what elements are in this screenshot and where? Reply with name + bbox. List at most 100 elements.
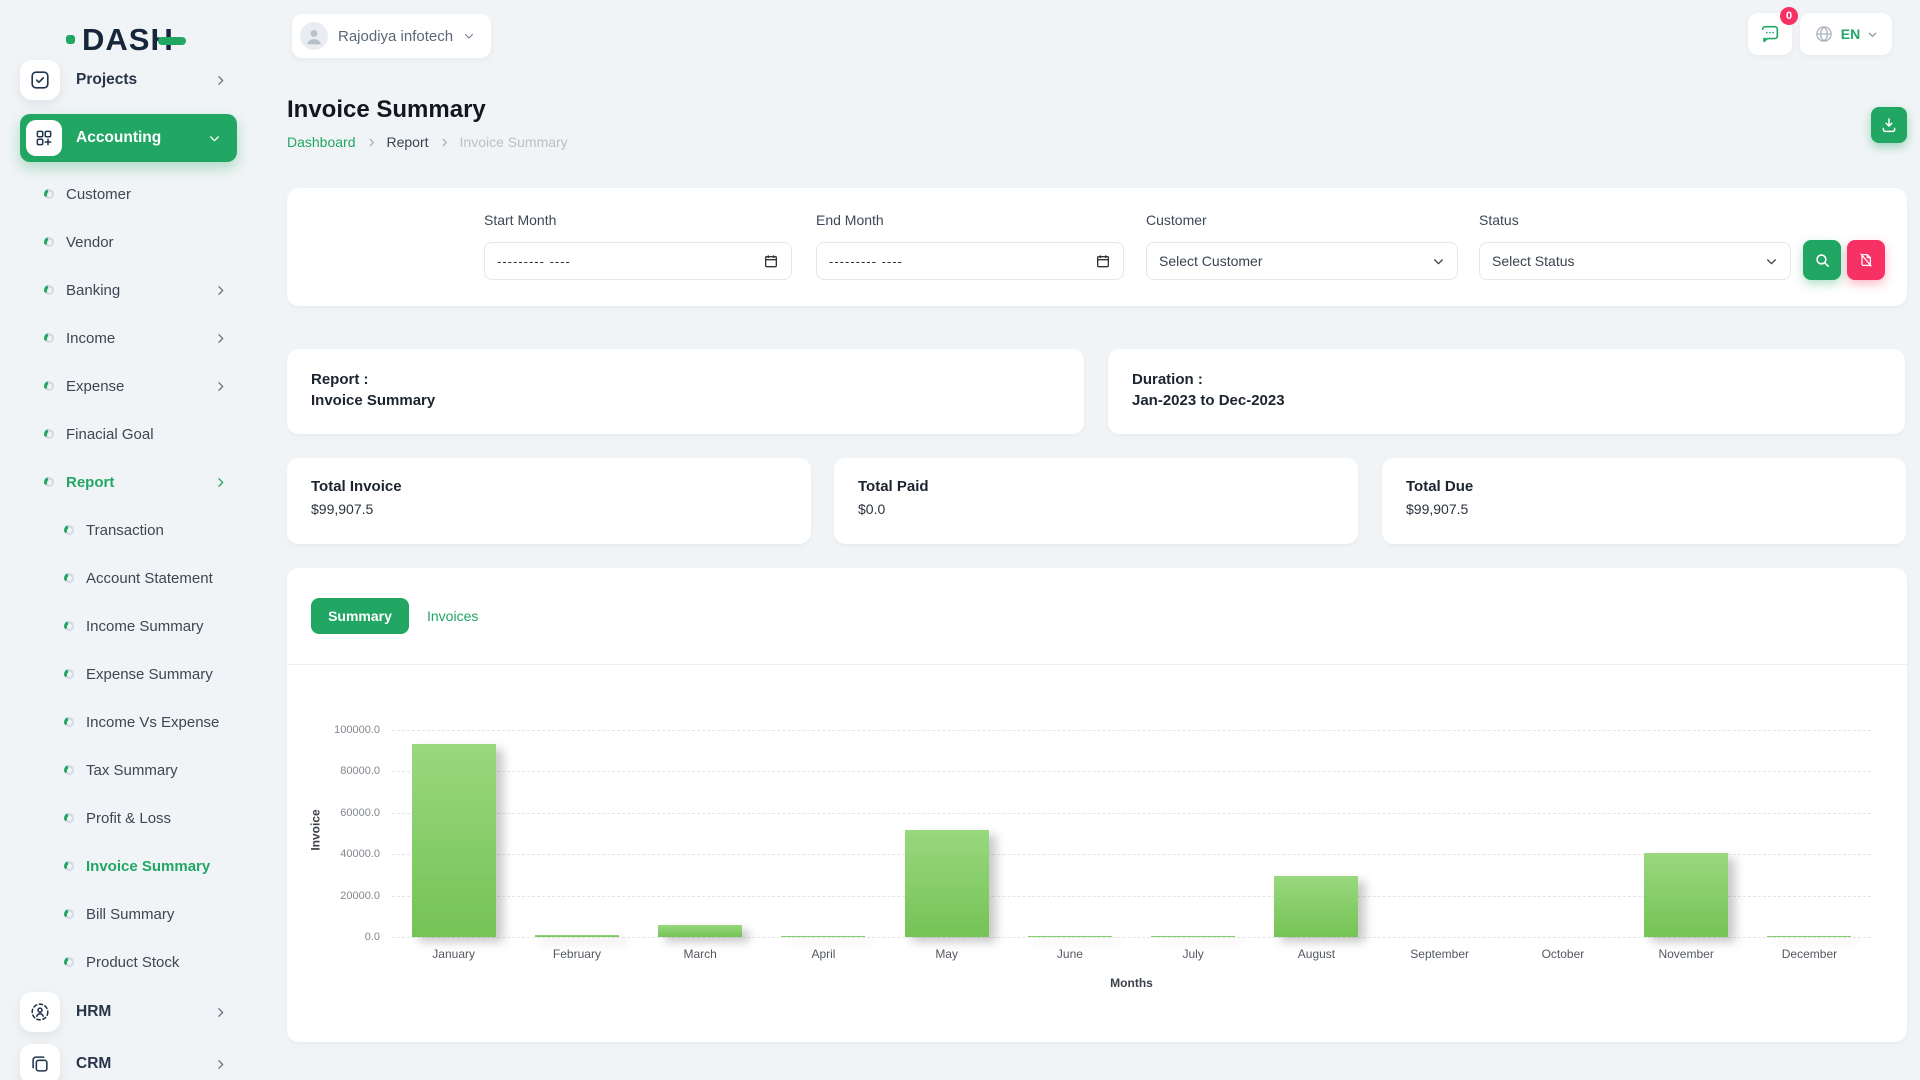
sidebar-item-report[interactable]: Report <box>0 458 257 506</box>
projects-icon <box>20 60 60 100</box>
stat-label: Total Due <box>1406 478 1882 495</box>
calendar-icon <box>763 253 779 269</box>
status-label: Status <box>1479 212 1519 228</box>
sidebar-item-finacial-goal[interactable]: Finacial Goal <box>0 410 257 458</box>
bullet-icon <box>44 189 54 199</box>
sidebar-item-income[interactable]: Income <box>0 314 257 362</box>
crm-icon <box>20 1044 60 1080</box>
start-month-input[interactable]: --------- ---- <box>484 242 792 280</box>
x-tick-label: January <box>392 947 515 961</box>
sidebar-item-vendor[interactable]: Vendor <box>0 218 257 266</box>
bullet-icon <box>64 861 74 871</box>
sidebar-item-hrm[interactable]: HRM <box>0 986 257 1038</box>
reset-filter-button[interactable] <box>1847 240 1885 280</box>
y-tick-label: 20000.0 <box>340 890 380 902</box>
sidebar-item-income-summary[interactable]: Income Summary <box>0 602 257 650</box>
sidebar-item-income-vs-expense[interactable]: Income Vs Expense <box>0 698 257 746</box>
sidebar-item-banking[interactable]: Banking <box>0 266 257 314</box>
y-tick-label: 0.0 <box>365 931 380 943</box>
sidebar-item-product-stock[interactable]: Product Stock <box>0 938 257 986</box>
sidebar-item-profit-loss[interactable]: Profit & Loss <box>0 794 257 842</box>
sidebar-item-label: Customer <box>66 186 131 203</box>
sidebar-item-projects[interactable]: Projects <box>0 54 257 106</box>
sidebar-item-invoice-summary[interactable]: Invoice Summary <box>0 842 257 890</box>
sidebar-item-tax-summary[interactable]: Tax Summary <box>0 746 257 794</box>
bullet-icon <box>44 381 54 391</box>
y-tick-label: 100000.0 <box>334 724 380 736</box>
y-axis-title: Invoice <box>309 809 323 850</box>
download-icon <box>1880 116 1898 134</box>
bullet-icon <box>64 765 74 775</box>
x-tick-label: December <box>1748 947 1871 961</box>
breadcrumb-dashboard[interactable]: Dashboard <box>287 134 356 150</box>
sidebar-item-bill-summary[interactable]: Bill Summary <box>0 890 257 938</box>
status-select[interactable]: Select Status <box>1479 242 1791 280</box>
chevron-down-icon <box>1765 255 1778 268</box>
sidebar-item-label: HRM <box>76 1003 111 1021</box>
end-month-input[interactable]: --------- ---- <box>816 242 1124 280</box>
bullet-icon <box>64 621 74 631</box>
stat-card-total-paid: Total Paid $0.0 <box>834 458 1358 544</box>
hrm-icon <box>20 992 60 1032</box>
sidebar-item-accounting[interactable]: Accounting <box>20 114 237 162</box>
stat-card-total-invoice: Total Invoice $99,907.5 <box>287 458 811 544</box>
bullet-icon <box>64 669 74 679</box>
sidebar-item-customer[interactable]: Customer <box>0 170 257 218</box>
chevron-right-icon <box>214 1058 227 1071</box>
sidebar-item-label: Projects <box>76 71 137 89</box>
sidebar-item-label: Transaction <box>86 522 164 539</box>
bar-march[interactable] <box>658 925 742 937</box>
bar-january[interactable] <box>412 744 496 938</box>
bar-july[interactable] <box>1151 936 1235 937</box>
sidebar-item-transaction[interactable]: Transaction <box>0 506 257 554</box>
breadcrumb: Dashboard Report Invoice Summary <box>287 134 568 150</box>
sidebar-item-account-statement[interactable]: Account Statement <box>0 554 257 602</box>
gridline <box>392 771 1871 772</box>
bar-february[interactable] <box>535 935 619 938</box>
sidebar-item-label: Accounting <box>76 129 161 147</box>
customer-select[interactable]: Select Customer <box>1146 242 1458 280</box>
bar-december[interactable] <box>1767 936 1851 937</box>
stat-value: $99,907.5 <box>1406 501 1882 517</box>
bullet-icon <box>44 477 54 487</box>
x-tick-label: November <box>1625 947 1748 961</box>
bullet-icon <box>64 573 74 583</box>
bar-april[interactable] <box>781 936 865 937</box>
filter-panel: Start Month End Month Customer Status --… <box>287 188 1907 306</box>
bullet-icon <box>44 237 54 247</box>
chevron-right-icon <box>214 1006 227 1019</box>
sidebar-item-expense-summary[interactable]: Expense Summary <box>0 650 257 698</box>
bar-may[interactable] <box>905 830 989 937</box>
stat-value: $0.0 <box>858 501 1334 517</box>
sidebar-item-crm[interactable]: CRM <box>0 1038 257 1080</box>
logo-dot-icon <box>66 35 75 44</box>
chevron-right-icon <box>214 284 227 297</box>
gridline <box>392 730 1871 731</box>
chevron-right-icon <box>214 476 227 489</box>
apply-filter-button[interactable] <box>1803 240 1841 280</box>
stat-value: $99,907.5 <box>311 501 787 517</box>
invoice-chart-card: Summary Invoices Invoice 0.020000.040000… <box>287 568 1907 1042</box>
end-month-label: End Month <box>816 212 884 228</box>
bar-november[interactable] <box>1644 853 1728 937</box>
tab-summary[interactable]: Summary <box>311 598 409 634</box>
sidebar: ProjectsAccountingCustomerVendorBankingI… <box>0 54 257 1080</box>
chevron-right-icon <box>214 332 227 345</box>
x-tick-label: August <box>1255 947 1378 961</box>
app-logo[interactable]: DASH <box>66 24 186 55</box>
bullet-icon <box>44 285 54 295</box>
bullet-icon <box>64 957 74 967</box>
tab-invoices[interactable]: Invoices <box>427 608 478 624</box>
bar-june[interactable] <box>1028 936 1112 937</box>
chevron-right-icon <box>366 137 377 148</box>
divider <box>287 664 1907 665</box>
sidebar-item-expense[interactable]: Expense <box>0 362 257 410</box>
sidebar-item-label: Expense <box>66 378 124 395</box>
breadcrumb-report[interactable]: Report <box>387 134 429 150</box>
main-content: Invoice Summary Dashboard Report Invoice… <box>287 0 1907 1080</box>
logo-dash-icon <box>158 37 186 45</box>
bullet-icon <box>64 525 74 535</box>
y-tick-label: 60000.0 <box>340 807 380 819</box>
download-button[interactable] <box>1871 107 1907 143</box>
bar-august[interactable] <box>1274 876 1358 937</box>
